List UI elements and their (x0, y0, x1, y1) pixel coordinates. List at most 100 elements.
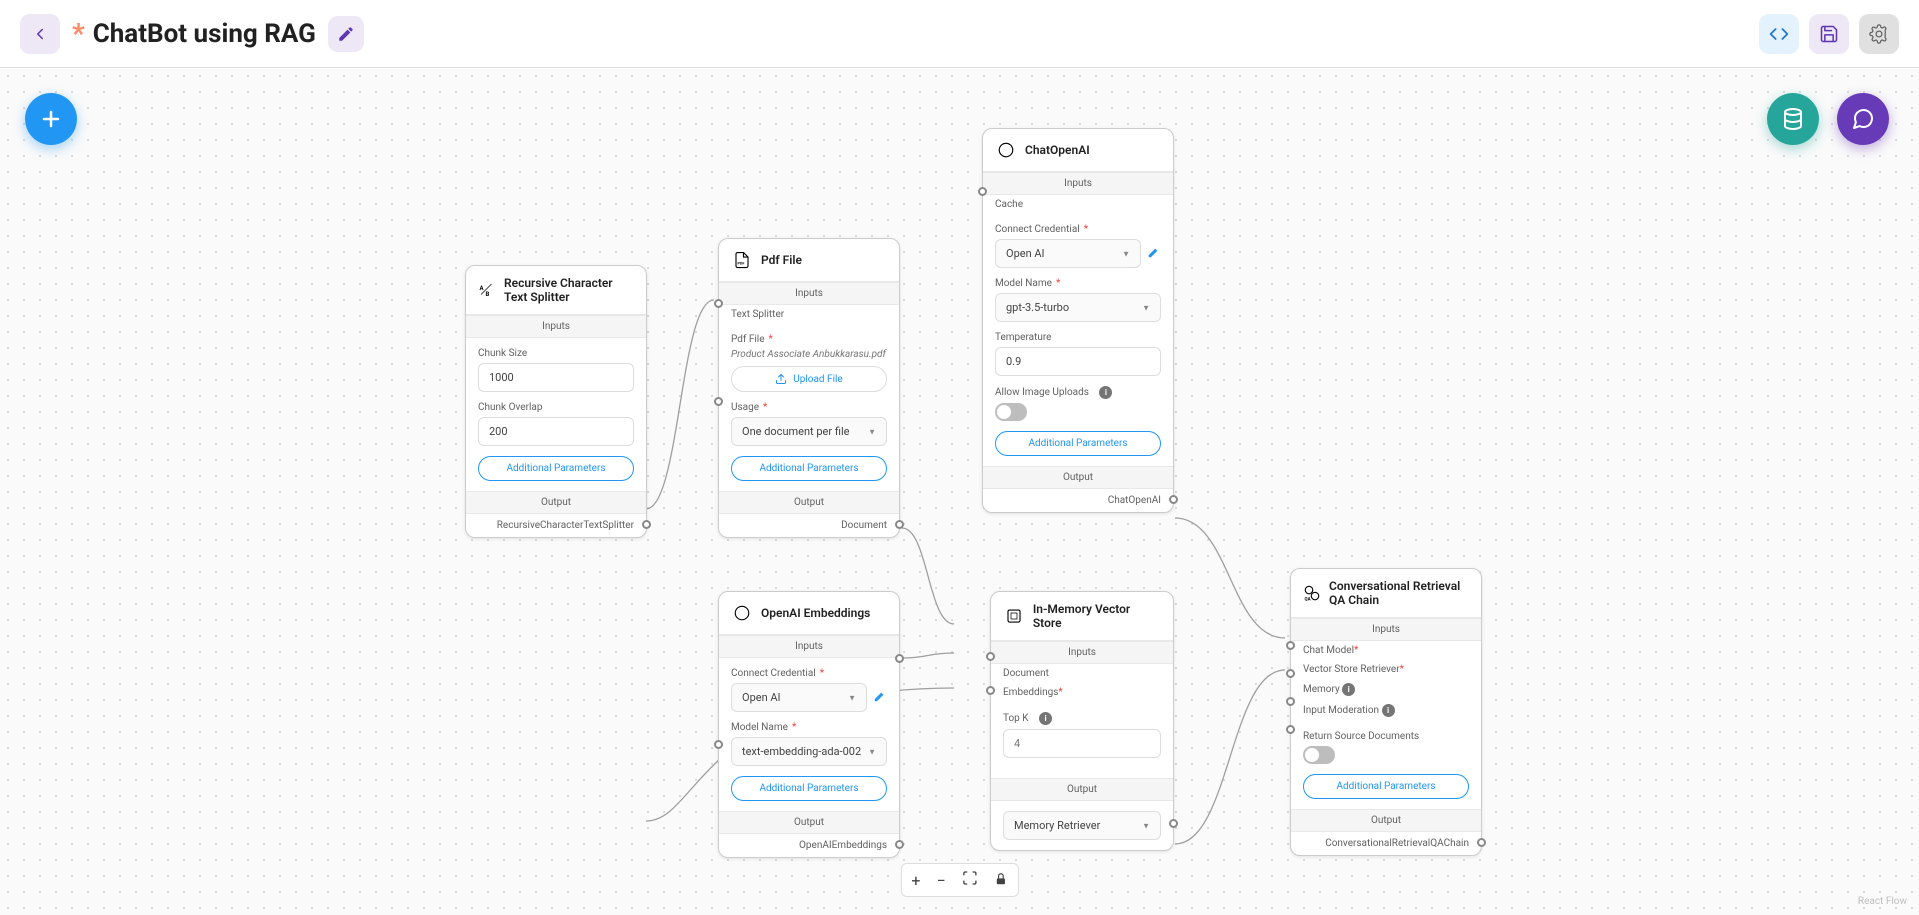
port-top[interactable] (895, 654, 904, 663)
ab-icon: AB (478, 279, 496, 301)
node-vector-store[interactable]: In-Memory Vector Store Inputs Document E… (990, 591, 1174, 851)
pdf-icon: PDF (731, 249, 753, 271)
credential-select[interactable]: Open AI▼ (731, 683, 867, 712)
edit-credential-button[interactable] (873, 689, 887, 707)
lock-button[interactable] (994, 871, 1008, 890)
node-title: Recursive Character Text Splitter (504, 276, 634, 304)
inputs-section: Inputs (991, 641, 1173, 664)
retriever-label: Vector Store Retriever* (1291, 660, 1481, 679)
pdf-file-label: Pdf File* (731, 334, 887, 345)
document-port[interactable] (986, 652, 995, 661)
cache-port[interactable] (978, 187, 987, 196)
topk-input[interactable] (1003, 729, 1161, 758)
embeddings-port[interactable] (986, 686, 995, 695)
credential-select[interactable]: Open AI▼ (995, 239, 1141, 268)
fit-view-button[interactable] (962, 870, 978, 890)
output-port[interactable] (642, 520, 651, 529)
moderation-port[interactable] (1286, 725, 1295, 734)
node-qa-chain[interactable]: QA Conversational Retrieval QA Chain Inp… (1290, 568, 1482, 856)
info-icon[interactable]: i (1382, 704, 1395, 717)
info-icon[interactable]: i (1099, 386, 1112, 399)
zoom-out-button[interactable]: − (936, 871, 945, 890)
header-left: * ChatBot using RAG (20, 14, 364, 54)
database-button[interactable] (1767, 93, 1819, 145)
text-splitter-port[interactable] (714, 299, 723, 308)
upload-button[interactable]: Upload File (731, 366, 887, 392)
info-icon[interactable]: i (1342, 683, 1355, 696)
additional-params-button[interactable]: Additional Parameters (995, 431, 1161, 456)
output-name: RecursiveCharacterTextSplitter (466, 514, 646, 537)
output-port[interactable] (1169, 819, 1178, 828)
moderation-label: Input Moderation i (1291, 700, 1481, 721)
chat-button[interactable] (1837, 93, 1889, 145)
return-docs-label: Return Source Documents (1303, 731, 1469, 742)
pencil-icon (337, 25, 355, 43)
output-name: OpenAIEmbeddings (719, 834, 899, 857)
chevron-left-icon (31, 25, 49, 43)
port-left[interactable] (714, 740, 723, 749)
chunk-size-input[interactable] (478, 363, 634, 392)
save-button[interactable] (1809, 14, 1849, 54)
additional-params-button[interactable]: Additional Parameters (731, 456, 887, 481)
additional-params-button[interactable]: Additional Parameters (1303, 774, 1469, 799)
output-section: Output (991, 778, 1173, 801)
inputs-section: Inputs (983, 172, 1173, 195)
chat-model-port[interactable] (1286, 641, 1295, 650)
flow-canvas[interactable]: AB Recursive Character Text Splitter Inp… (0, 68, 1919, 915)
output-port[interactable] (1169, 495, 1178, 504)
temperature-label: Temperature (995, 332, 1161, 343)
chunk-size-label: Chunk Size (478, 348, 634, 359)
unsaved-indicator: * (72, 17, 85, 50)
back-button[interactable] (20, 14, 60, 54)
additional-params-button[interactable]: Additional Parameters (731, 776, 887, 801)
output-section: Output (719, 491, 899, 514)
retriever-port[interactable] (1286, 669, 1295, 678)
chunk-overlap-input[interactable] (478, 417, 634, 446)
model-label: Model Name* (731, 722, 887, 733)
edit-credential-button[interactable] (1147, 245, 1161, 263)
output-port[interactable] (895, 520, 904, 529)
document-label: Document (991, 664, 1173, 683)
node-text-splitter[interactable]: AB Recursive Character Text Splitter Inp… (465, 265, 647, 538)
settings-button[interactable] (1859, 14, 1899, 54)
node-pdf-file[interactable]: PDF Pdf File Inputs Text Splitter Pdf Fi… (718, 238, 900, 538)
temperature-input[interactable] (995, 347, 1161, 376)
app-header: * ChatBot using RAG (0, 0, 1919, 68)
text-splitter-port-label: Text Splitter (719, 305, 899, 324)
gear-icon (1869, 24, 1889, 44)
model-select[interactable]: gpt-3.5-turbo▼ (995, 293, 1161, 322)
usage-select[interactable]: One document per file▼ (731, 417, 887, 446)
info-icon[interactable]: i (1039, 712, 1052, 725)
output-select[interactable]: Memory Retriever▼ (1003, 811, 1161, 840)
credential-label: Connect Credential* (995, 224, 1161, 235)
file-name: Product Associate Anbukkarasu.pdf (731, 349, 887, 360)
edges-layer (0, 68, 1919, 915)
node-chat-openai[interactable]: ChatOpenAI Inputs Cache Connect Credenti… (982, 128, 1174, 513)
allow-image-toggle[interactable] (995, 403, 1027, 421)
code-button[interactable] (1759, 14, 1799, 54)
zoom-in-button[interactable]: + (911, 871, 920, 890)
edit-title-button[interactable] (328, 16, 364, 52)
topk-label: Top K i (1003, 712, 1161, 725)
openai-icon (995, 139, 1017, 161)
canvas-toolbar: + − (900, 863, 1018, 897)
svg-text:PDF: PDF (738, 262, 745, 266)
output-port[interactable] (1477, 838, 1486, 847)
chain-icon: QA (1303, 582, 1321, 604)
embeddings-label: Embeddings* (991, 683, 1173, 702)
additional-params-button[interactable]: Additional Parameters (478, 456, 634, 481)
node-title: ChatOpenAI (1025, 143, 1090, 157)
output-name: ConversationalRetrievalQAChain (1291, 832, 1481, 855)
inputs-section: Inputs (719, 635, 899, 658)
node-openai-embeddings[interactable]: OpenAI Embeddings Inputs Connect Credent… (718, 591, 900, 858)
output-port[interactable] (895, 840, 904, 849)
chunk-overlap-label: Chunk Overlap (478, 402, 634, 413)
svg-text:B: B (486, 291, 490, 298)
model-label: Model Name* (995, 278, 1161, 289)
port-mid[interactable] (714, 397, 723, 406)
return-docs-toggle[interactable] (1303, 746, 1335, 764)
model-select[interactable]: text-embedding-ada-002▼ (731, 737, 887, 766)
add-node-button[interactable] (25, 93, 77, 145)
memory-port[interactable] (1286, 697, 1295, 706)
svg-text:A: A (480, 285, 485, 292)
